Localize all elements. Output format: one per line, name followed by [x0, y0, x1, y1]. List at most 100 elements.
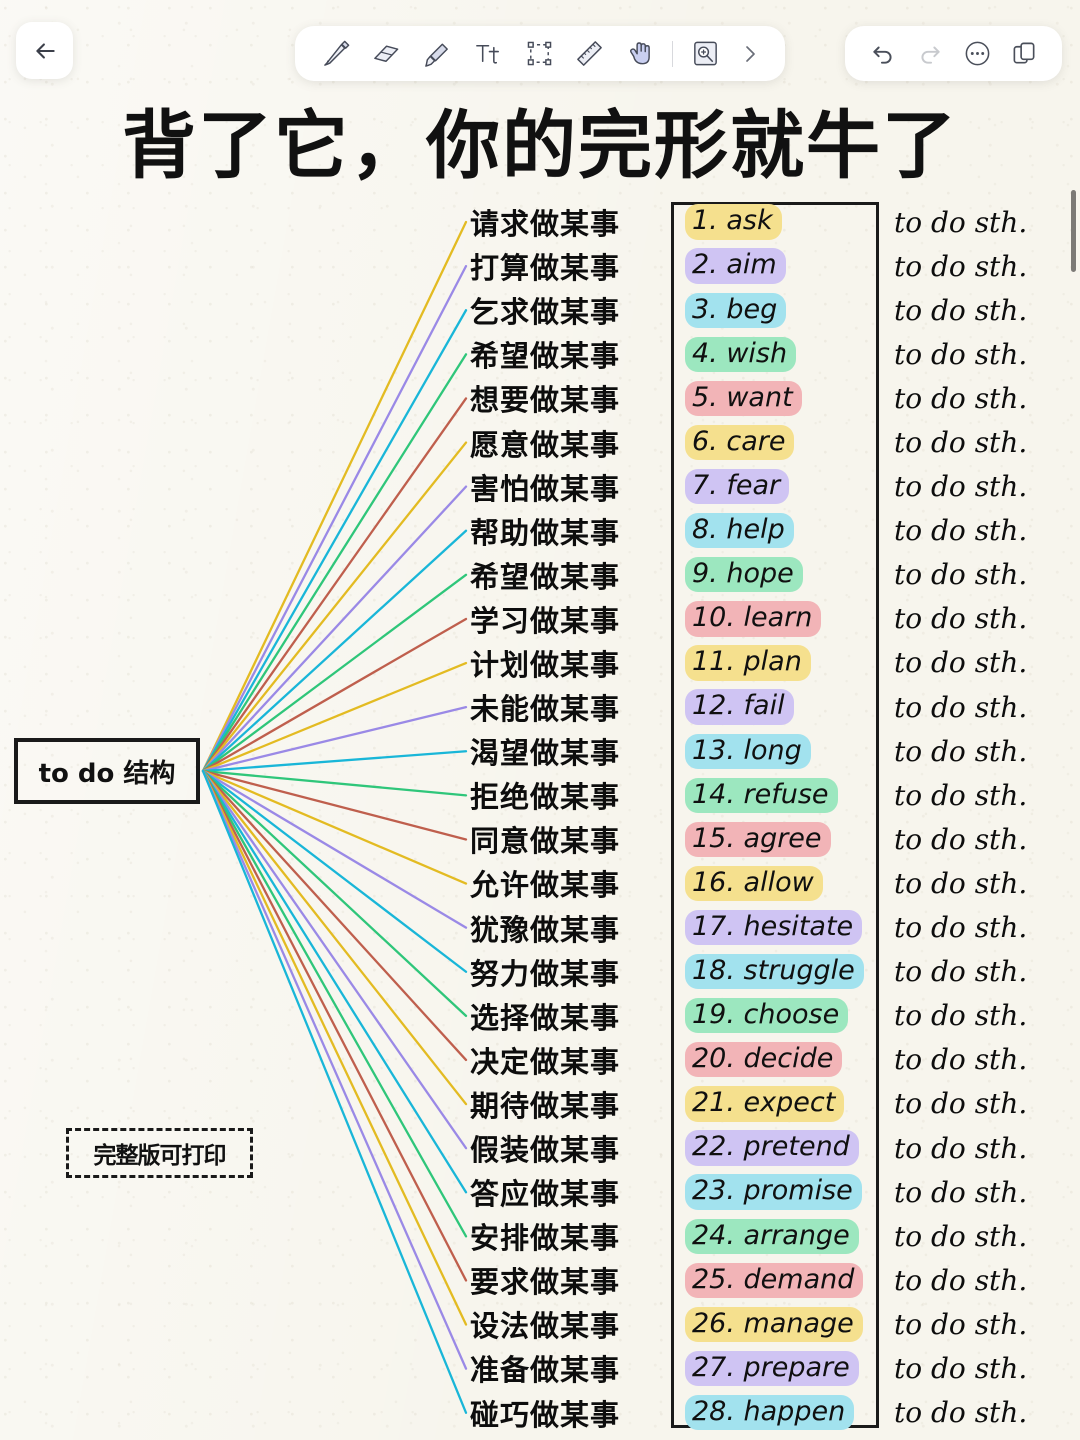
verb-row: 26. manage [679, 1302, 875, 1346]
to-do-sth-row: to do sth. [894, 1263, 1028, 1297]
verb-highlight-chip: 21. expect [685, 1086, 845, 1122]
select-tool-icon[interactable] [520, 33, 558, 75]
chinese-meaning-row: 希望做某事 [470, 339, 621, 374]
verb-row: 7. fear [679, 465, 875, 509]
verb-row: 6. care [679, 420, 875, 464]
to-do-sth-row: to do sth. [894, 293, 1028, 327]
verb-highlight-chip: 13. long [685, 733, 811, 769]
chinese-meaning-row: 碰巧做某事 [470, 1397, 621, 1432]
to-do-sth-row: to do sth. [894, 337, 1028, 371]
chinese-meaning-row: 渴望做某事 [470, 736, 621, 771]
verb-row: 3. beg [679, 288, 875, 332]
verb-row: 8. help [679, 509, 875, 553]
to-do-sth-row: to do sth. [894, 1043, 1028, 1077]
to-do-sth-row: to do sth. [894, 381, 1028, 415]
to-do-sth-row: to do sth. [894, 514, 1028, 548]
print-note-box[interactable]: 完整版可打印 [66, 1128, 253, 1178]
verb-row: 21. expect [679, 1082, 875, 1126]
action-toolbar[interactable] [845, 26, 1062, 81]
chinese-meaning-row: 拒绝做某事 [470, 780, 621, 815]
to-do-sth-row: to do sth. [894, 646, 1028, 680]
chinese-meaning-column: 请求做某事 打算做某事 乞求做某事 希望做某事 想要做某事 愿意做某事 害怕做某事 帮助做某事… [470, 200, 660, 1435]
more-options-button-icon[interactable] [958, 33, 996, 75]
to-do-sth-row: to do sth. [894, 1307, 1028, 1341]
insert-image-tool-icon[interactable] [686, 33, 724, 75]
verb-highlight-chip: 1. ask [685, 204, 782, 240]
verb-highlight-chip: 26. manage [685, 1306, 863, 1343]
to-do-sth-row: to do sth. [894, 602, 1028, 636]
verb-highlight-chip: 5. want [685, 380, 802, 417]
redo-button-icon[interactable] [911, 33, 949, 75]
verb-highlight-chip: 15. agree [685, 821, 831, 858]
mindmap-root-node[interactable]: to do 结构 [14, 738, 200, 804]
to-do-sth-row: to do sth. [894, 1131, 1028, 1165]
chinese-meaning-row: 准备做某事 [470, 1353, 621, 1388]
chinese-meaning-row: 答应做某事 [470, 1177, 621, 1212]
to-do-sth-row: to do sth. [894, 778, 1028, 812]
to-do-sth-row: to do sth. [894, 1219, 1028, 1253]
to-do-sth-row: to do sth. [894, 822, 1028, 856]
verb-highlight-chip: 23. promise [685, 1174, 862, 1210]
verb-highlight-chip: 10. learn [685, 601, 822, 637]
chinese-meaning-row: 设法做某事 [470, 1309, 621, 1344]
chinese-meaning-row: 害怕做某事 [470, 471, 621, 506]
verb-highlight-chip: 7. fear [685, 468, 790, 505]
chinese-meaning-row: 愿意做某事 [470, 427, 621, 462]
hand-tool-icon[interactable] [622, 33, 660, 75]
verb-row: 17. hesitate [679, 906, 875, 950]
chinese-meaning-row: 允许做某事 [470, 868, 621, 903]
undo-button-icon[interactable] [864, 33, 902, 75]
back-button[interactable] [16, 22, 73, 79]
more-tools-chevron-icon[interactable] [737, 33, 763, 75]
chinese-meaning-row: 选择做某事 [470, 1000, 621, 1035]
verb-highlight-chip: 2. aim [685, 248, 786, 284]
pen-tool-icon[interactable] [317, 33, 355, 75]
highlighter-tool-icon[interactable] [419, 33, 457, 75]
verb-row: 16. allow [679, 861, 875, 905]
verb-row: 2. aim [679, 244, 875, 288]
chinese-meaning-row: 犹豫做某事 [470, 912, 621, 947]
chinese-meaning-row: 乞求做某事 [470, 295, 621, 330]
verb-row: 18. struggle [679, 950, 875, 994]
text-tool-icon[interactable] [469, 33, 507, 75]
chinese-meaning-row: 学习做某事 [470, 603, 621, 638]
to-do-sth-row: to do sth. [894, 426, 1028, 460]
verb-highlight-chip: 8. help [685, 513, 794, 549]
verb-highlight-chip: 14. refuse [685, 777, 838, 813]
pages-button-icon[interactable] [1005, 33, 1043, 75]
chinese-meaning-row: 要求做某事 [470, 1265, 621, 1300]
verb-row: 5. want [679, 376, 875, 420]
verb-row: 20. decide [679, 1038, 875, 1082]
verb-highlight-chip: 27. prepare [685, 1350, 859, 1387]
verb-row: 22. pretend [679, 1126, 875, 1170]
verb-row: 25. demand [679, 1258, 875, 1302]
chinese-meaning-row: 期待做某事 [470, 1088, 621, 1123]
verb-highlight-chip: 18. struggle [685, 953, 864, 990]
print-note-label: 完整版可打印 [93, 1143, 227, 1169]
mindmap-root-label: to do 结构 [38, 758, 176, 789]
to-do-sth-row: to do sth. [894, 1175, 1028, 1209]
to-do-sth-row: to do sth. [894, 866, 1028, 900]
chinese-meaning-row: 打算做某事 [470, 251, 621, 286]
back-arrow-icon[interactable] [26, 30, 64, 72]
to-do-sth-column: to do sth. to do sth. to do sth. to do sth.… [894, 200, 1080, 1435]
chinese-meaning-row: 计划做某事 [470, 647, 621, 682]
verb-row: 15. agree [679, 817, 875, 861]
to-do-sth-row: to do sth. [894, 470, 1028, 504]
verb-highlight-chip: 17. hesitate [685, 909, 863, 946]
chinese-meaning-row: 安排做某事 [470, 1221, 621, 1256]
verb-row: 28. happen [679, 1391, 875, 1435]
verb-highlight-chip: 24. arrange [685, 1218, 859, 1254]
verb-row: 4. wish [679, 332, 875, 376]
to-do-sth-row: to do sth. [894, 1087, 1028, 1121]
verb-highlight-chip: 22. pretend [685, 1130, 859, 1166]
verb-highlight-chip: 20. decide [685, 1042, 843, 1078]
ruler-tool-icon[interactable] [571, 33, 609, 75]
to-do-sth-row: to do sth. [894, 955, 1028, 989]
to-do-sth-row: to do sth. [894, 249, 1028, 283]
eraser-tool-icon[interactable] [368, 33, 406, 75]
verb-highlight-chip: 25. demand [685, 1262, 864, 1298]
drawing-toolbar[interactable] [295, 26, 785, 81]
vertical-scrollbar[interactable] [1071, 190, 1076, 272]
chinese-meaning-row: 希望做某事 [470, 559, 621, 594]
